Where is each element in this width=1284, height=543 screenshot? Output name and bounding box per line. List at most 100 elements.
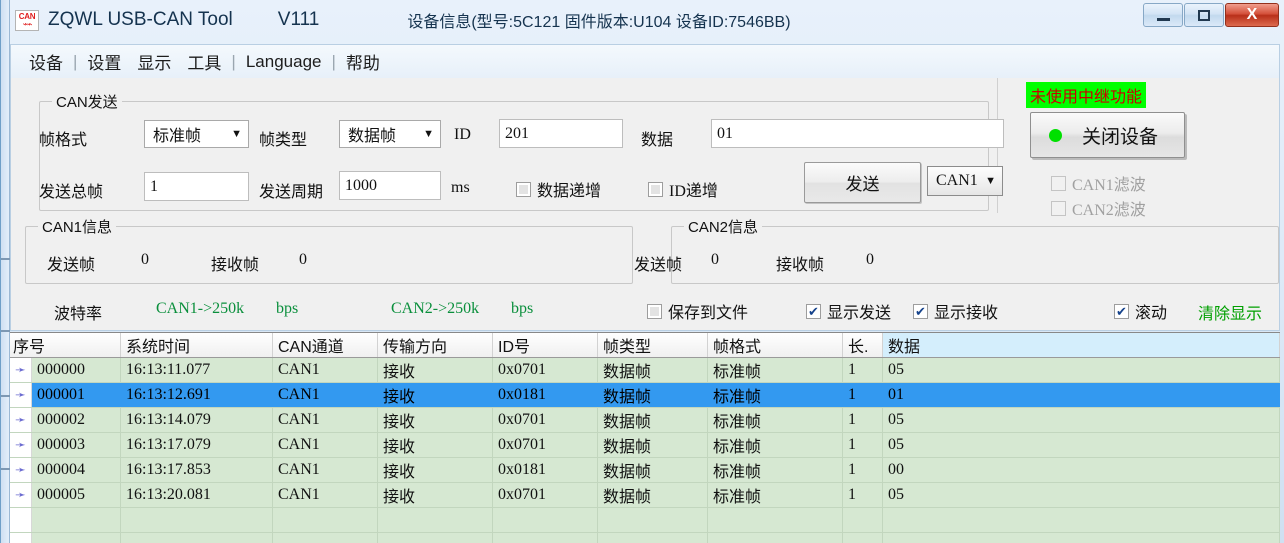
menu-item-language[interactable]: Language (238, 52, 330, 72)
table-row[interactable]: ➛00000016:13:11.077CAN1接收0x0701数据帧标准帧105 (10, 358, 1280, 383)
device-info-text: 设备信息(型号:5C121 固件版本:U104 设备ID:7546BB) (407, 8, 790, 32)
menu-item-settings[interactable]: 设置 (79, 49, 129, 74)
app-logo-icon: CAN ⌁⌁ (15, 10, 39, 31)
send-button-label: 发送 (846, 170, 880, 195)
cell-index: 000005 (32, 483, 121, 507)
id-input-value: 201 (505, 125, 529, 143)
show-tx-label: 显示发送 (827, 299, 891, 323)
cell-empty (273, 533, 378, 543)
can1-rx-value: 0 (299, 251, 307, 269)
table-row-empty[interactable] (10, 508, 1280, 533)
table-row[interactable]: ➛00000516:13:20.081CAN1接收0x0701数据帧标准帧105 (10, 483, 1280, 508)
cell-empty (843, 508, 883, 532)
column-header-time[interactable]: 系统时间 (121, 333, 273, 357)
scroll-checkbox[interactable]: ✔ 滚动 (1114, 299, 1167, 323)
cell-empty (121, 508, 273, 532)
menu-bar: 设备 | 设置 显示 工具 | Language | 帮助 (10, 44, 1280, 78)
cell-channel: CAN1 (273, 458, 378, 482)
total-frames-input[interactable]: 1 (144, 172, 249, 201)
id-input[interactable]: 201 (499, 119, 623, 148)
cell-frame-format: 标准帧 (708, 358, 843, 382)
menu-item-display[interactable]: 显示 (129, 49, 179, 74)
column-header-channel[interactable]: CAN通道 (273, 333, 378, 357)
cell-time: 16:13:17.853 (121, 458, 273, 482)
cell-frame-format: 标准帧 (708, 408, 843, 432)
cell-id: 0x0181 (493, 383, 598, 407)
checkbox-box (516, 182, 531, 197)
table-row[interactable]: ➛00000116:13:12.691CAN1接收0x0181数据帧标准帧101 (10, 383, 1280, 408)
row-marker-icon: ➛ (10, 483, 32, 507)
can2-rx-value: 0 (866, 251, 874, 269)
close-button[interactable]: X (1225, 3, 1279, 27)
cell-index: 000003 (32, 433, 121, 457)
row-marker-placeholder (10, 533, 32, 543)
clear-display-link[interactable]: 清除显示 (1198, 300, 1262, 324)
can2-info-group: CAN2信息 (671, 226, 1279, 284)
checkbox-box (1051, 176, 1066, 191)
cell-time: 16:13:14.079 (121, 408, 273, 432)
frame-notch (1, 395, 10, 397)
send-button[interactable]: 发送 (804, 162, 921, 203)
cell-data: 05 (883, 408, 1280, 432)
cell-data: 00 (883, 458, 1280, 482)
cell-id: 0x0181 (493, 458, 598, 482)
menu-item-tools[interactable]: 工具 (179, 49, 229, 74)
send-channel-select[interactable]: CAN1 ▼ (927, 166, 1003, 196)
id-increment-checkbox[interactable]: ID递增 (648, 177, 718, 201)
frame-type-select[interactable]: 数据帧 ▼ (339, 120, 441, 148)
window-left-frame (1, 0, 10, 543)
column-header-length[interactable]: 长. (843, 333, 883, 357)
table-header-row: 序号 系统时间 CAN通道 传输方向 ID号 帧类型 帧格式 长. 数据 (10, 333, 1280, 358)
frame-format-select[interactable]: 标准帧 ▼ (144, 120, 249, 148)
column-header-index[interactable]: 序号 (10, 333, 121, 357)
show-rx-checkbox[interactable]: ✔ 显示接收 (913, 299, 998, 323)
cell-data: 05 (883, 358, 1280, 382)
cell-frame-format: 标准帧 (708, 483, 843, 507)
minimize-button[interactable] (1143, 3, 1183, 27)
cell-length: 1 (843, 358, 883, 382)
cell-empty (493, 533, 598, 543)
save-to-file-checkbox[interactable]: 保存到文件 (647, 299, 748, 323)
column-header-frame-type[interactable]: 帧类型 (598, 333, 708, 357)
column-header-id[interactable]: ID号 (493, 333, 598, 357)
show-tx-checkbox[interactable]: ✔ 显示发送 (806, 299, 891, 323)
cell-frame-format: 标准帧 (708, 433, 843, 457)
table-row[interactable]: ➛00000416:13:17.853CAN1接收0x0181数据帧标准帧100 (10, 458, 1280, 483)
menu-item-help[interactable]: 帮助 (338, 49, 388, 74)
device-power-button[interactable]: 关闭设备 (1030, 112, 1185, 158)
column-header-data[interactable]: 数据 (883, 333, 1280, 357)
frame-notch (1, 258, 10, 260)
cell-empty (708, 508, 843, 532)
cell-time: 16:13:11.077 (121, 358, 273, 382)
menu-item-device[interactable]: 设备 (21, 49, 71, 74)
row-marker-icon: ➛ (10, 433, 32, 457)
frame-type-label: 帧类型 (259, 126, 307, 150)
can2-baud-value: CAN2->250k (391, 300, 479, 318)
cell-frame-type: 数据帧 (598, 408, 708, 432)
title-bar: CAN ⌁⌁ ZQWL USB-CAN Tool V111 设备信息(型号:5C… (1, 0, 1284, 40)
checkbox-box (648, 182, 663, 197)
cell-direction: 接收 (378, 408, 493, 432)
can1-info-group-title: CAN1信息 (38, 216, 116, 237)
power-led-icon (1049, 129, 1062, 142)
can2-filter-label: CAN2滤波 (1072, 196, 1146, 220)
window-controls: X (1142, 3, 1279, 27)
cell-empty (843, 533, 883, 543)
cell-frame-type: 数据帧 (598, 458, 708, 482)
column-header-direction[interactable]: 传输方向 (378, 333, 493, 357)
table-row[interactable]: ➛00000316:13:17.079CAN1接收0x0701数据帧标准帧105 (10, 433, 1280, 458)
data-increment-checkbox[interactable]: 数据递增 (516, 177, 601, 201)
cell-channel: CAN1 (273, 383, 378, 407)
period-input[interactable]: 1000 (339, 171, 441, 200)
table-row-empty[interactable] (10, 533, 1280, 543)
send-channel-value: CAN1 (936, 172, 978, 190)
cell-direction: 接收 (378, 383, 493, 407)
can1-rx-label: 接收帧 (211, 251, 259, 275)
data-input[interactable]: 01 (711, 119, 1004, 148)
total-frames-value: 1 (150, 178, 158, 196)
maximize-button[interactable] (1184, 3, 1224, 27)
table-row[interactable]: ➛00000216:13:14.079CAN1接收0x0701数据帧标准帧105 (10, 408, 1280, 433)
can2-rx-label: 接收帧 (776, 251, 824, 275)
column-header-frame-format[interactable]: 帧格式 (708, 333, 843, 357)
frame-format-value: 标准帧 (153, 122, 201, 146)
